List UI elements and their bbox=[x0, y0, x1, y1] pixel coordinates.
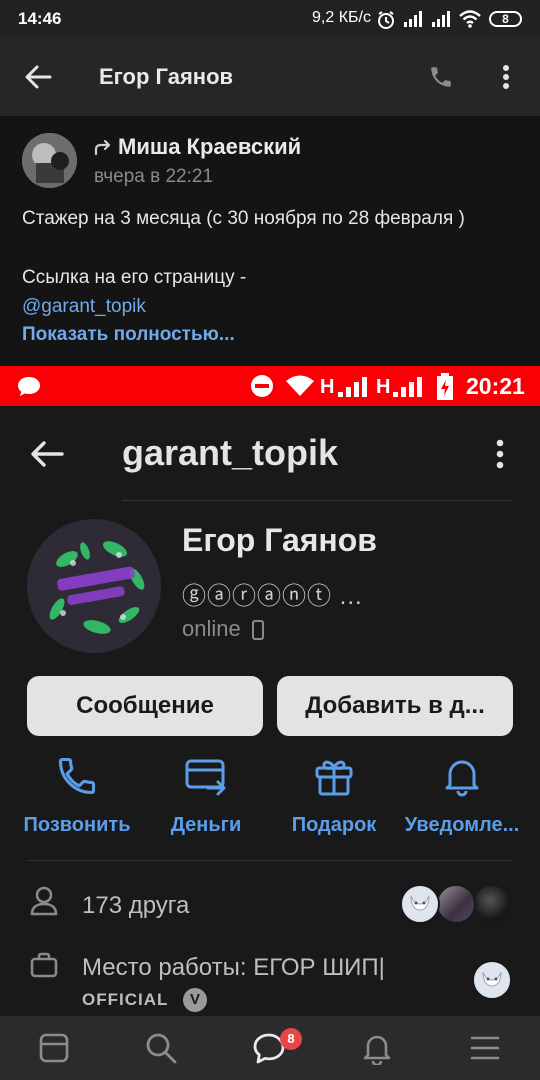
messages-badge: 8 bbox=[280, 1028, 302, 1050]
briefcase-icon bbox=[30, 952, 58, 978]
embedded-time: 20:21 bbox=[466, 373, 525, 399]
section-divider bbox=[27, 860, 513, 861]
bell-icon bbox=[445, 760, 479, 797]
profile-username: garant_topik bbox=[122, 432, 339, 473]
embedded-status-bar: H H 20:21 bbox=[0, 366, 540, 406]
work-official: OFFICIAL bbox=[82, 990, 169, 1009]
work-place: Место работы: ЕГОР ШИП| bbox=[82, 954, 385, 981]
post-text-line2: Ссылка на его страницу - bbox=[22, 267, 247, 288]
friend-avatar-3 bbox=[472, 884, 512, 924]
action-notifications-label: Уведомле... bbox=[404, 814, 520, 836]
battery-icon: 8 bbox=[489, 11, 522, 27]
online-status: online bbox=[182, 616, 241, 641]
post: Миша Краевский вчера в 22:21 Стажер на 3… bbox=[0, 116, 540, 366]
money-transfer-icon bbox=[185, 759, 226, 796]
action-gift-label: Подарок bbox=[291, 814, 377, 836]
menu-icon[interactable] bbox=[470, 1034, 500, 1062]
post-image[interactable]: H H 20:21 garant_topik Егор Гаянов ⓖⓐⓡⓐⓝ… bbox=[0, 366, 540, 1016]
app-header: Егор Гаянов bbox=[0, 38, 540, 116]
action-notifications: Уведомле... bbox=[397, 754, 527, 844]
signal-icon bbox=[338, 377, 367, 397]
work-group-avatar bbox=[472, 960, 512, 1000]
post-time: вчера в 22:21 bbox=[94, 166, 214, 187]
profile-name: Егор Гаянов bbox=[182, 522, 377, 558]
back-arrow-icon[interactable] bbox=[24, 64, 52, 90]
status-bar: 14:46 9,2 КБ/с 8 bbox=[0, 0, 540, 38]
search-icon[interactable] bbox=[144, 1031, 178, 1065]
back-arrow-icon bbox=[31, 441, 64, 467]
battery-charging-icon bbox=[437, 373, 453, 400]
news-feed-icon[interactable] bbox=[38, 1032, 70, 1064]
signal-icon-2 bbox=[432, 11, 450, 27]
phone-icon[interactable] bbox=[428, 64, 454, 90]
signal-icon-2 bbox=[393, 377, 422, 397]
network-speed: 9,2 КБ/с bbox=[312, 9, 371, 26]
add-friend-button: Добавить в д... bbox=[277, 676, 513, 736]
notifications-icon[interactable] bbox=[362, 1031, 392, 1065]
show-more-link[interactable]: Показать полностью... bbox=[22, 324, 235, 346]
action-money: Деньги bbox=[141, 754, 271, 844]
friends-count: 173 друга bbox=[82, 892, 190, 919]
signal-icon bbox=[404, 11, 422, 27]
dnd-icon bbox=[251, 375, 273, 397]
net-type-1: H bbox=[320, 376, 335, 398]
header-divider bbox=[122, 500, 512, 501]
chat-bubble-icon bbox=[18, 377, 40, 396]
wifi-icon bbox=[286, 375, 314, 396]
page-title: Егор Гаянов bbox=[99, 64, 234, 89]
more-vertical-icon bbox=[496, 439, 504, 469]
phone-outline-icon bbox=[58, 757, 96, 795]
friend-avatar-1 bbox=[400, 884, 440, 924]
more-vertical-icon[interactable] bbox=[500, 64, 512, 92]
profile-link[interactable]: @garant_topik bbox=[22, 296, 146, 318]
message-button: Сообщение bbox=[27, 676, 263, 736]
profile-status: ⓖⓐⓡⓐⓝⓣ ... bbox=[182, 583, 363, 610]
alarm-icon bbox=[378, 11, 394, 29]
action-call-label: Позвонить bbox=[23, 814, 131, 836]
action-call: Позвонить bbox=[12, 754, 142, 844]
mobile-icon bbox=[252, 620, 264, 640]
author-avatar[interactable] bbox=[22, 133, 77, 188]
friend-avatar-2 bbox=[436, 884, 476, 924]
action-money-label: Деньги bbox=[170, 814, 242, 836]
action-gift: Подарок bbox=[269, 754, 399, 844]
person-icon bbox=[30, 886, 58, 916]
net-type-2: H bbox=[376, 376, 391, 398]
author-name[interactable]: Миша Краевский bbox=[118, 134, 301, 160]
post-text-line1: Стажер на 3 месяца (с 30 ноября по 28 фе… bbox=[22, 208, 465, 229]
verified-badge: V bbox=[183, 988, 207, 1012]
status-time: 14:46 bbox=[18, 9, 62, 28]
profile-avatar bbox=[27, 519, 161, 653]
wifi-icon bbox=[459, 10, 481, 28]
gift-icon bbox=[315, 760, 353, 796]
bottom-nav: 8 bbox=[0, 1016, 540, 1080]
repost-icon bbox=[94, 140, 111, 156]
